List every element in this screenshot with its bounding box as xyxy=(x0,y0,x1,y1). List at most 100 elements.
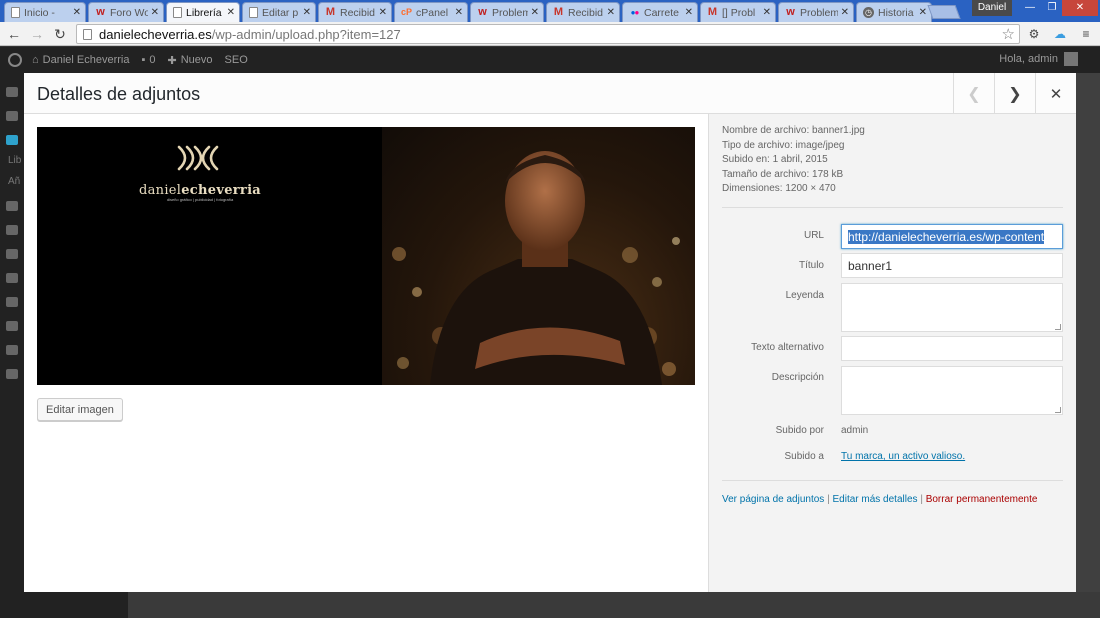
extension-icon[interactable]: ⚙ xyxy=(1026,26,1042,42)
close-tab-icon[interactable]: ✕ xyxy=(303,7,311,18)
flickr-icon: ● ● xyxy=(630,7,640,17)
description-field[interactable] xyxy=(841,366,1063,415)
cloud-icon[interactable]: ☁ xyxy=(1052,26,1068,42)
forward-arrow-icon[interactable]: → xyxy=(28,24,46,44)
delete-permanently-link[interactable]: Borrar permanentemente xyxy=(926,494,1038,505)
comments-icon[interactable]: ▪ xyxy=(141,54,145,66)
close-tab-icon[interactable]: ✕ xyxy=(379,7,387,18)
greeting[interactable]: Hola, admin xyxy=(999,53,1058,65)
avatar xyxy=(1064,52,1078,66)
comments-count[interactable]: 0 xyxy=(149,54,155,66)
close-tab-icon[interactable]: ✕ xyxy=(685,7,693,18)
url-path: /wp-admin/upload.php?item=127 xyxy=(211,26,401,42)
url-bar[interactable]: danielecheverria.es/wp-admin/upload.php?… xyxy=(76,24,1020,44)
title-label: Título xyxy=(798,260,824,271)
wp-sidebar: Lib Añ xyxy=(0,73,24,618)
reload-icon[interactable]: ↻ xyxy=(51,24,69,44)
history-icon: ◷ xyxy=(863,7,874,18)
profile-button[interactable]: Daniel xyxy=(972,0,1012,16)
url-host: danielecheverria.es xyxy=(99,26,212,42)
browser-tab[interactable]: w Problem ✕ xyxy=(470,2,544,22)
file-size: Tamaño de archivo: 178 kB xyxy=(722,168,844,180)
logo-wordmark: danielecheverria xyxy=(138,183,262,198)
browser-tab[interactable]: cP cPanel ✕ xyxy=(394,2,468,22)
file-type: Tipo de archivo: image/jpeg xyxy=(722,139,845,151)
wu-icon: w xyxy=(786,6,795,18)
attachment-details-modal: Detalles de adjuntos ❮ ❯ ✕ danielechever… xyxy=(24,73,1076,592)
edit-image-button[interactable]: Editar imagen xyxy=(37,398,123,421)
window-close-icon[interactable]: ✕ xyxy=(1062,0,1098,16)
close-tab-icon[interactable]: ✕ xyxy=(73,7,81,18)
close-tab-icon[interactable]: ✕ xyxy=(227,7,235,18)
edit-more-details-link[interactable]: Editar más detalles xyxy=(832,494,917,505)
new-menu[interactable]: Nuevo xyxy=(181,54,213,66)
restore-icon[interactable]: ❐ xyxy=(1040,0,1064,16)
back-arrow-icon[interactable]: ← xyxy=(5,24,23,44)
page-icon xyxy=(173,7,182,18)
attachment-info-panel: Nombre de archivo: banner1.jpg Tipo de a… xyxy=(708,114,1076,592)
browser-tab[interactable]: ◷ Historia ✕ xyxy=(856,2,932,22)
users-icon xyxy=(6,321,18,331)
browser-tab[interactable]: ● ● Carrete ✕ xyxy=(622,2,698,22)
comments-icon xyxy=(6,225,18,235)
alt-text-field[interactable] xyxy=(841,336,1063,361)
close-tab-icon[interactable]: ✕ xyxy=(531,7,539,18)
new-tab-button[interactable] xyxy=(927,5,961,19)
browser-tab[interactable]: Editar p ✕ xyxy=(242,2,316,22)
uploaded-to-value: Tu marca, un activo valioso. xyxy=(841,451,965,462)
plugins-icon xyxy=(6,297,18,307)
close-tab-icon[interactable]: ✕ xyxy=(151,7,159,18)
close-tab-icon[interactable]: ✕ xyxy=(919,7,927,18)
browser-tab[interactable]: M Recibid ✕ xyxy=(546,2,620,22)
person-silhouette xyxy=(430,151,662,385)
browser-tab[interactable]: w Problem ✕ xyxy=(778,2,854,22)
close-tab-icon[interactable]: ✕ xyxy=(607,7,615,18)
tools-icon xyxy=(6,345,18,355)
pin-icon xyxy=(6,111,18,121)
close-button[interactable]: ✕ xyxy=(1035,73,1076,114)
bookmark-star-icon[interactable]: ☆ xyxy=(1002,25,1015,43)
title-field[interactable]: banner1 xyxy=(841,253,1063,278)
chevron-right-icon: ❯ xyxy=(1008,85,1022,103)
banner-logo-panel: danielecheverria diseño gráfico | public… xyxy=(37,127,382,385)
media-icon xyxy=(6,135,18,145)
url-field[interactable]: http://danielecheverria.es/wp-content xyxy=(841,224,1063,249)
wordpress-logo-icon[interactable] xyxy=(8,53,22,67)
chevron-left-icon: ❮ xyxy=(967,85,981,103)
dashboard-icon xyxy=(6,87,18,97)
site-name-link[interactable]: Daniel Echeverria xyxy=(43,54,130,66)
browser-tab[interactable]: w Foro Wo ✕ xyxy=(88,2,164,22)
close-tab-icon[interactable]: ✕ xyxy=(455,7,463,18)
seo-menu[interactable]: SEO xyxy=(225,54,248,66)
view-attachment-page-link[interactable]: Ver página de adjuntos xyxy=(722,494,824,505)
browser-tab-strip: Inicio - ✕ w Foro Wo ✕ Librería ✕ Editar p ✕ … xyxy=(0,0,1100,22)
page-icon xyxy=(11,7,20,18)
appearance-icon xyxy=(6,273,18,283)
close-icon: ✕ xyxy=(1049,85,1063,103)
minimize-icon[interactable]: — xyxy=(1018,0,1042,16)
next-button[interactable]: ❯ xyxy=(994,73,1035,114)
divider xyxy=(722,480,1063,481)
logo-tagline: diseño gráfico | publicidad | fotografía xyxy=(166,197,234,202)
close-tab-icon[interactable]: ✕ xyxy=(763,7,771,18)
browser-tab[interactable]: M[] Probl ✕ xyxy=(700,2,776,22)
mail-icon xyxy=(6,249,18,259)
page-icon xyxy=(249,7,258,18)
cpanel-icon: cP xyxy=(401,7,413,17)
address-toolbar: ← → ↻ danielecheverria.es/wp-admin/uploa… xyxy=(0,22,1100,46)
menu-icon[interactable]: ≡ xyxy=(1078,26,1094,42)
uploaded-to-link[interactable]: Tu marca, un activo valioso. xyxy=(841,451,965,462)
browser-tab[interactable]: M Recibid ✕ xyxy=(318,2,392,22)
alt-text-label: Texto alternativo xyxy=(751,342,824,353)
url-label: URL xyxy=(803,230,824,241)
close-tab-icon[interactable]: ✕ xyxy=(841,7,849,18)
resize-grip-icon[interactable] xyxy=(1055,324,1061,330)
previous-button[interactable]: ❮ xyxy=(953,73,994,114)
browser-tab[interactable]: Inicio - ✕ xyxy=(4,2,86,22)
resize-grip-icon[interactable] xyxy=(1055,407,1061,413)
divider xyxy=(722,207,1063,208)
caption-field[interactable] xyxy=(841,283,1063,332)
home-icon[interactable]: ⌂ xyxy=(32,54,39,66)
browser-tab-active[interactable]: Librería ✕ xyxy=(166,2,240,22)
uploaded-by-label: Subido por xyxy=(775,425,824,436)
